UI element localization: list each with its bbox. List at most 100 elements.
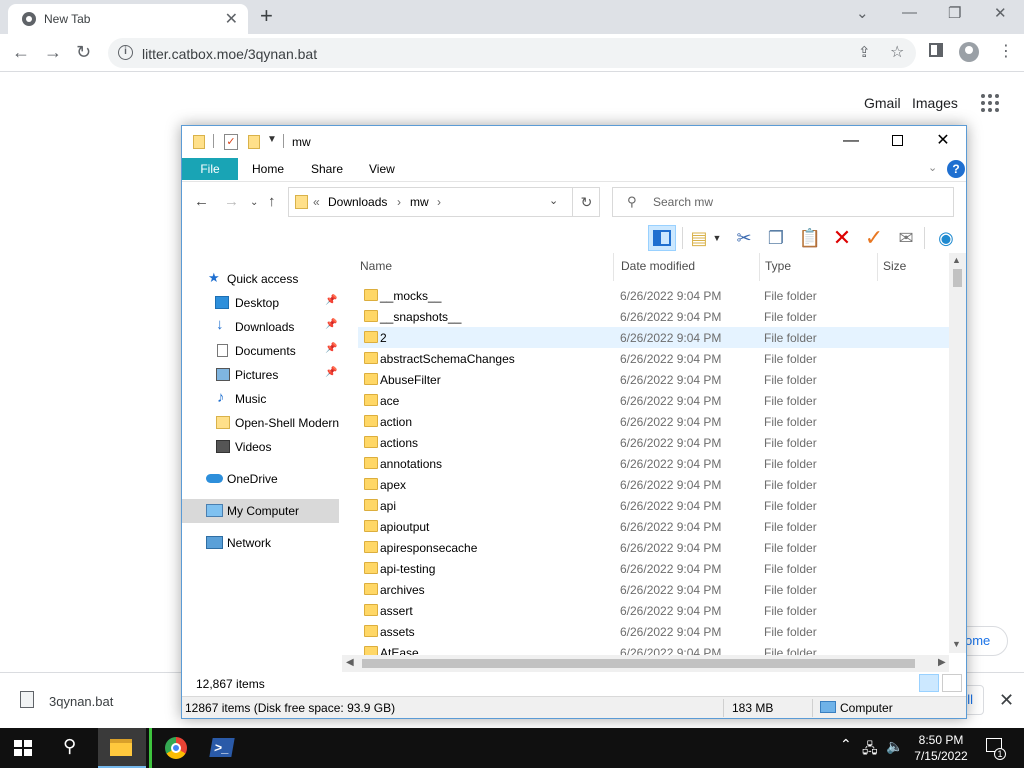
breadcrumb-mw[interactable]: mw (410, 195, 429, 209)
scroll-left-icon[interactable]: ◀ (346, 657, 354, 668)
back-button[interactable]: ← (12, 42, 30, 62)
restore-button[interactable]: ❐ (948, 4, 961, 22)
tab-new-tab[interactable]: New Tab ✕ (8, 4, 248, 34)
table-row[interactable]: __mocks__ 6/26/2022 9:04 PM File folder (358, 285, 950, 306)
large-icons-view-icon[interactable] (942, 674, 962, 692)
new-tab-button[interactable]: + (260, 3, 273, 29)
search-box[interactable]: ⚲ Search mw (612, 187, 954, 217)
cut-scissors-icon[interactable]: ✂ (730, 225, 758, 251)
sidebar-item-onedrive[interactable]: OneDrive (182, 467, 339, 491)
profile-avatar[interactable] (959, 42, 979, 62)
table-row[interactable]: apioutput 6/26/2022 9:04 PM File folder (358, 516, 950, 537)
taskbar-powershell[interactable]: >_ (198, 728, 246, 768)
sidebar-item-downloads[interactable]: ↓ Downloads 📌 (182, 315, 339, 339)
url-text[interactable]: litter.catbox.moe/3qynan.bat (142, 46, 317, 62)
table-row[interactable]: assert 6/26/2022 9:04 PM File folder (358, 600, 950, 621)
download-bar-close-icon[interactable]: ✕ (999, 690, 1014, 711)
sidebar-item-videos[interactable]: Videos (182, 435, 339, 459)
reload-button[interactable]: ↻ (76, 42, 91, 62)
tab-view[interactable]: View (369, 162, 395, 176)
google-apps-icon[interactable] (981, 94, 999, 112)
taskbar-chrome[interactable] (149, 728, 197, 768)
help-icon[interactable]: ? (947, 160, 965, 178)
explorer-maximize-button[interactable] (874, 130, 920, 154)
delete-icon[interactable]: ✕ (828, 225, 856, 251)
address-bar[interactable]: i litter.catbox.moe/3qynan.bat ⇪ ☆ (108, 38, 916, 68)
breadcrumb-downloads[interactable]: Downloads (328, 195, 387, 209)
sidebar-item-pictures[interactable]: Pictures 📌 (182, 363, 339, 387)
more-menu-icon[interactable]: ⋮ (998, 42, 1014, 62)
table-row[interactable]: action 6/26/2022 9:04 PM File folder (358, 411, 950, 432)
sidebar-item-network[interactable]: Network (182, 531, 339, 555)
table-row[interactable]: annotations 6/26/2022 9:04 PM File folder (358, 453, 950, 474)
column-header-name[interactable]: Name (356, 253, 614, 281)
new-folder-icon[interactable] (248, 135, 260, 149)
paste-clipboard-icon[interactable]: 📋 (796, 225, 824, 251)
refresh-button[interactable]: ↻ (572, 188, 600, 216)
column-header-type[interactable]: Type (761, 253, 878, 281)
breadcrumb-separator[interactable]: › (437, 195, 441, 209)
gmail-link[interactable]: Gmail (864, 95, 901, 111)
table-row[interactable]: __snapshots__ 6/26/2022 9:04 PM File folde… (358, 306, 950, 327)
close-window-button[interactable]: ✕ (994, 4, 1007, 22)
table-row[interactable]: 2 6/26/2022 9:04 PM File folder (358, 327, 950, 348)
scroll-thumb[interactable] (953, 269, 962, 287)
scroll-up-icon[interactable]: ▲ (952, 255, 961, 265)
sidebar-item-quick-access[interactable]: ★ Quick access (182, 267, 339, 291)
back-arrow-icon[interactable]: ← (194, 193, 209, 210)
network-tray-icon[interactable]: 🖧 (862, 738, 878, 762)
address-dropdown-icon[interactable]: ⌄ (549, 194, 558, 207)
clock[interactable]: 8:50 PM 7/15/2022 (906, 732, 976, 764)
minimize-button[interactable]: — (902, 4, 917, 21)
site-info-icon[interactable]: i (118, 45, 133, 60)
vertical-scrollbar[interactable]: ▲ ▼ (949, 253, 966, 653)
sidebar-item-music[interactable]: ♪ Music (182, 387, 339, 411)
breadcrumb-overflow[interactable]: « (313, 195, 320, 209)
table-row[interactable]: assets 6/26/2022 9:04 PM File folder (358, 621, 950, 642)
column-header-size[interactable]: Size (879, 253, 949, 281)
share-icon[interactable]: ⇪ (858, 43, 871, 61)
copy-icon[interactable]: ❐ (762, 225, 790, 251)
explorer-close-button[interactable]: ✕ (920, 130, 966, 154)
search-icon[interactable]: ⚲ (63, 736, 76, 757)
scroll-thumb[interactable] (362, 659, 915, 668)
taskbar-file-explorer[interactable] (98, 728, 146, 768)
tab-search-chevron-icon[interactable]: ⌄ (856, 4, 869, 22)
sidebar-item-open-shell[interactable]: Open-Shell Modern (182, 411, 339, 435)
properties-icon[interactable]: ✓ (224, 134, 238, 150)
expand-ribbon-icon[interactable]: ⌄ (928, 161, 937, 174)
details-view-icon[interactable] (919, 674, 939, 692)
forward-button[interactable]: → (44, 42, 62, 62)
tab-file[interactable]: File (182, 158, 238, 180)
table-row[interactable]: api-testing 6/26/2022 9:04 PM File folder (358, 558, 950, 579)
tab-home[interactable]: Home (252, 162, 284, 176)
forward-arrow-icon[interactable]: → (224, 193, 239, 210)
folder-options-icon[interactable]: ▤ (685, 225, 713, 251)
download-filename[interactable]: 3qynan.bat (49, 694, 113, 709)
quick-access-dropdown-icon[interactable]: ▼ (267, 134, 277, 145)
scroll-right-icon[interactable]: ▶ (938, 657, 946, 668)
pin-icon[interactable]: 📌 (325, 319, 337, 330)
recent-locations-icon[interactable]: ⌄ (250, 197, 258, 208)
show-hidden-icons-chevron-icon[interactable]: ⌃ (840, 736, 852, 753)
tab-close-icon[interactable]: ✕ (225, 9, 238, 29)
table-row[interactable]: apex 6/26/2022 9:04 PM File folder (358, 474, 950, 495)
images-link[interactable]: Images (912, 95, 958, 111)
up-arrow-icon[interactable]: ↑ (268, 193, 276, 210)
windows-start-icon[interactable] (14, 740, 32, 756)
pin-icon[interactable]: 📌 (325, 343, 337, 354)
table-row[interactable]: AbuseFilter 6/26/2022 9:04 PM File folder (358, 369, 950, 390)
table-row[interactable]: archives 6/26/2022 9:04 PM File folder (358, 579, 950, 600)
sidebar-item-desktop[interactable]: Desktop 📌 (182, 291, 339, 315)
bookmark-star-icon[interactable]: ☆ (890, 42, 904, 62)
properties-check-icon[interactable]: ✓ (860, 225, 888, 251)
scroll-down-icon[interactable]: ▼ (952, 639, 961, 649)
side-panel-icon[interactable] (929, 43, 943, 57)
explorer-minimize-button[interactable]: — (828, 130, 874, 154)
table-row[interactable]: ace 6/26/2022 9:04 PM File folder (358, 390, 950, 411)
globe-icon[interactable]: ◉ (932, 225, 960, 251)
horizontal-scrollbar[interactable]: ◀ ▶ (342, 655, 949, 672)
table-row[interactable]: actions 6/26/2022 9:04 PM File folder (358, 432, 950, 453)
breadcrumb-separator[interactable]: › (397, 195, 401, 209)
email-icon[interactable]: ✉ (892, 225, 920, 251)
